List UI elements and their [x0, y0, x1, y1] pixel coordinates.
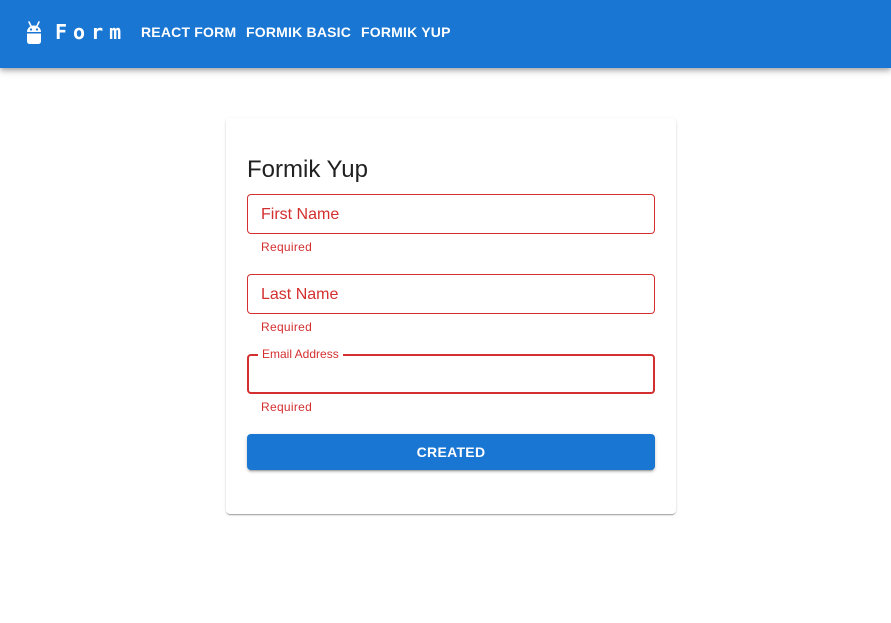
last-name-field[interactable]: Last Name [247, 274, 655, 314]
app-bar: Form React Form Formik Basic Formik Yup [0, 0, 891, 68]
email-error: Required [261, 400, 313, 414]
first-name-field[interactable]: First Name [247, 194, 655, 234]
email-label: Email Address [258, 347, 343, 361]
last-name-input[interactable] [248, 275, 654, 313]
nav-formik-yup[interactable]: Formik Yup [361, 24, 451, 40]
nav-react-form[interactable]: React Form [141, 24, 236, 40]
email-field[interactable]: Email Address [247, 347, 655, 394]
last-name-error: Required [261, 320, 313, 334]
nav-formik-basic[interactable]: Formik Basic [246, 24, 351, 40]
first-name-input[interactable] [248, 195, 654, 233]
first-name-error: Required [261, 240, 313, 254]
created-button[interactable]: Created [247, 434, 655, 470]
android-icon [27, 21, 41, 44]
email-input[interactable] [249, 356, 653, 392]
brand-title: Form [55, 20, 128, 44]
form-card: Formik Yup First Name Required Last Name… [226, 118, 676, 514]
form-title: Formik Yup [247, 156, 368, 183]
